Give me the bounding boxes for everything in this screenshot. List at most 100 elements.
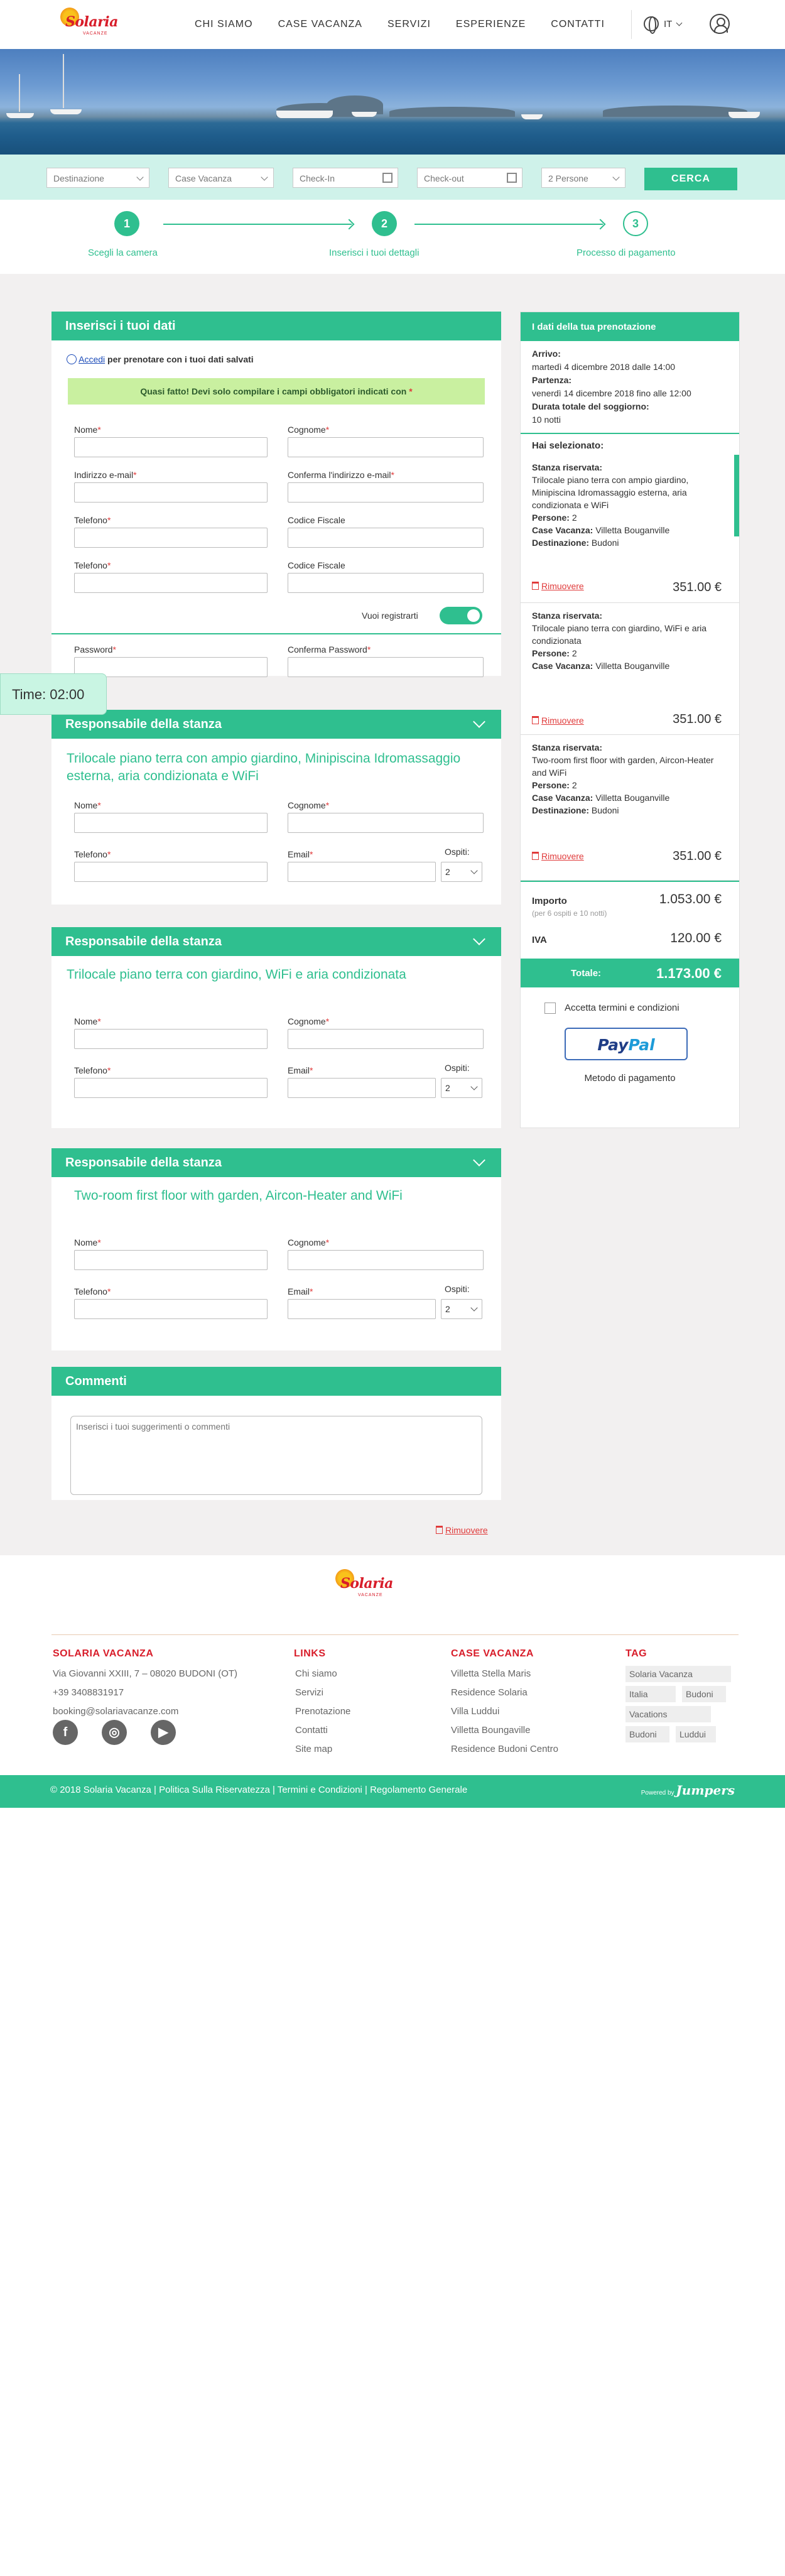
first-name-input[interactable] — [74, 437, 268, 457]
footer-link[interactable]: Contatti — [295, 1721, 350, 1740]
tag[interactable]: Luddui — [676, 1726, 716, 1742]
footer-house-link[interactable]: Villa Luddui — [451, 1702, 558, 1721]
footer-house-link[interactable]: Villetta Boungaville — [451, 1721, 558, 1740]
nav-chi-siamo[interactable]: CHI SIAMO — [195, 19, 253, 30]
email-input[interactable] — [74, 482, 268, 503]
first-name-input[interactable] — [74, 1250, 268, 1270]
hero-island — [389, 107, 515, 117]
powered-by[interactable]: Powered by Jumpers — [641, 1783, 735, 1798]
tax-code-2-input[interactable] — [288, 573, 484, 593]
last-name-input[interactable] — [288, 437, 484, 457]
tag[interactable]: Italia — [625, 1686, 676, 1702]
required-marker: * — [391, 470, 394, 480]
last-name-label: Cognome* — [288, 1016, 329, 1026]
confirm-password-input[interactable] — [288, 657, 484, 677]
holiday-home-select[interactable]: Case Vacanza — [168, 168, 274, 188]
selected-rooms-list[interactable]: Stanza riservata: Trilocale piano terra … — [521, 455, 739, 881]
phone-input[interactable] — [74, 862, 268, 882]
facebook-icon[interactable]: f — [53, 1720, 78, 1745]
guests-select[interactable]: 2 Persone — [541, 168, 625, 188]
tag[interactable]: Budoni — [625, 1726, 669, 1742]
remove-link[interactable]: Rimuovere — [541, 581, 584, 591]
guests-select[interactable]: 2 — [441, 1078, 482, 1098]
nav-contatti[interactable]: CONTATTI — [551, 19, 605, 30]
copyright-text[interactable]: © 2018 Solaria Vacanza | Politica Sulla … — [50, 1785, 467, 1795]
last-name-input[interactable] — [288, 813, 484, 833]
guests-select[interactable]: 2 — [441, 862, 482, 882]
user-icon[interactable] — [710, 14, 730, 34]
email-input[interactable] — [288, 1299, 436, 1319]
youtube-icon[interactable]: ▶ — [151, 1720, 176, 1745]
search-button[interactable]: CERCA — [644, 168, 737, 190]
footer-link[interactable]: Chi siamo — [295, 1665, 350, 1683]
site-header: Solaria VACANZE CHI SIAMO CASE VACANZA S… — [0, 0, 785, 49]
phone-input[interactable] — [74, 1299, 268, 1319]
room-responsible-header[interactable]: Responsabile della stanza — [51, 710, 501, 739]
nav-case-vacanza[interactable]: CASE VACANZA — [278, 19, 362, 30]
check-in-label: Check-In — [300, 173, 335, 183]
login-link[interactable]: Accedi — [78, 354, 105, 364]
footer-link[interactable]: Site map — [295, 1740, 350, 1759]
guests-select[interactable]: 2 — [441, 1299, 482, 1319]
footer-house-link[interactable]: Residence Solaria — [451, 1683, 558, 1702]
remove-link[interactable]: Rimuovere — [445, 1525, 488, 1535]
footer-contacts: Via Giovanni XXIII, 7 – 08020 BUDONI (OT… — [53, 1665, 237, 1721]
tag[interactable]: Solaria Vacanza — [625, 1666, 731, 1682]
footer-link[interactable]: Servizi — [295, 1683, 350, 1702]
footer-link[interactable]: Prenotazione — [295, 1702, 350, 1721]
comments-textarea[interactable] — [70, 1416, 482, 1495]
register-toggle[interactable] — [440, 607, 482, 624]
calendar-icon — [507, 173, 517, 183]
destination-select[interactable]: Destinazione — [46, 168, 149, 188]
hero-mast — [63, 54, 64, 108]
last-name-input[interactable] — [288, 1250, 484, 1270]
phone-input[interactable] — [74, 1078, 268, 1098]
first-name-input[interactable] — [74, 813, 268, 833]
first-name-input[interactable] — [74, 1029, 268, 1049]
site-logo[interactable]: Solaria VACANZE — [51, 6, 121, 43]
footer-phone[interactable]: +39 3408831917 — [53, 1683, 237, 1702]
remove-link[interactable]: Rimuovere — [541, 851, 584, 861]
check-in-field[interactable]: Check-In — [293, 168, 398, 188]
paypal-button[interactable]: PayPal — [565, 1028, 688, 1060]
last-name-input[interactable] — [288, 1029, 484, 1049]
paypal-logo-pay: Pay — [597, 1036, 629, 1054]
reserved-room-label: Stanza riservata: — [532, 611, 603, 621]
phone-2-input[interactable] — [74, 573, 268, 593]
tag[interactable]: Budoni — [682, 1686, 726, 1702]
email-label: Email* — [288, 1065, 313, 1075]
room-responsible-header[interactable]: Responsabile della stanza — [51, 927, 501, 956]
reserved-room-name: Trilocale piano terra con ampio giardino… — [532, 475, 689, 510]
language-selector[interactable]: IT — [644, 16, 683, 34]
destination-label: Destinazione — [53, 173, 104, 183]
remove-room[interactable]: Rimuovere — [532, 714, 584, 727]
room-responsible-header[interactable]: Responsabile della stanza — [51, 1148, 501, 1177]
confirm-email-input[interactable] — [288, 482, 484, 503]
powered-by-label: Powered by — [641, 1790, 674, 1796]
remove-comments[interactable]: Rimuovere — [436, 1525, 488, 1536]
phone-input[interactable] — [74, 528, 268, 548]
chevron-down-icon — [473, 715, 485, 728]
check-out-field[interactable]: Check-out — [417, 168, 522, 188]
step-2-circle: 2 — [372, 211, 397, 236]
step-3-label: Processo di pagamento — [577, 247, 676, 258]
footer-house-link[interactable]: Villetta Stella Maris — [451, 1665, 558, 1683]
tripadvisor-icon[interactable]: ◎ — [102, 1720, 127, 1745]
email-input[interactable] — [288, 1078, 436, 1098]
footer-email[interactable]: booking@solariavacanze.com — [53, 1702, 237, 1721]
remove-room[interactable]: Rimuovere — [532, 850, 584, 862]
remove-link[interactable]: Rimuovere — [541, 715, 584, 726]
tag[interactable]: Vacations — [625, 1706, 711, 1722]
login-prompt: Accedi per prenotare con i tuoi dati sal… — [67, 354, 254, 364]
nav-servizi[interactable]: SERVIZI — [387, 19, 431, 30]
tax-code-input[interactable] — [288, 528, 484, 548]
footer-house-link[interactable]: Residence Budoni Centro — [451, 1740, 558, 1759]
footer-logo[interactable]: Solaria VACANZE — [327, 1568, 396, 1604]
first-name-label-text: Nome — [74, 800, 98, 810]
terms-checkbox[interactable] — [544, 1003, 556, 1014]
remove-room[interactable]: Rimuovere — [532, 580, 584, 592]
email-input[interactable] — [288, 862, 436, 882]
nav-esperienze[interactable]: ESPERIENZE — [456, 19, 526, 30]
tax-code-label: Codice Fiscale — [288, 515, 345, 525]
required-marker: * — [97, 800, 101, 810]
